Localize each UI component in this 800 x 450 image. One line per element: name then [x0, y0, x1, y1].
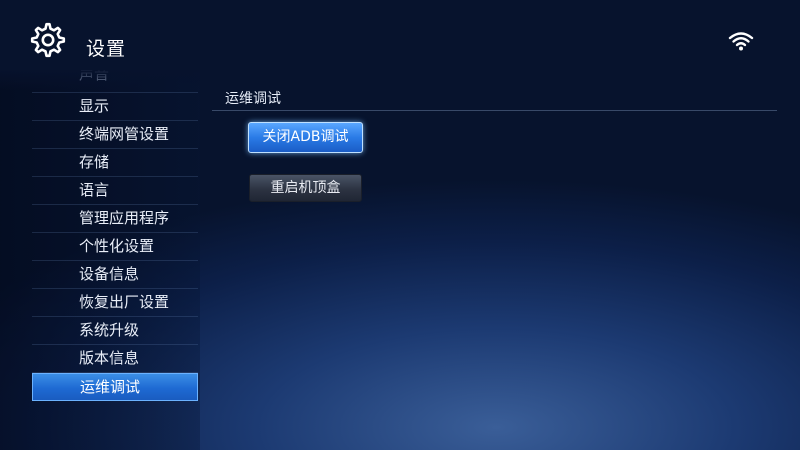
sidebar-item-storage[interactable]: 存储 — [32, 149, 198, 177]
sidebar-item-label: 管理应用程序 — [79, 209, 170, 227]
sidebar-item-maintenance-debug[interactable]: 运维调试 — [32, 373, 198, 401]
sidebar-item-label: 个性化设置 — [79, 237, 155, 255]
sidebar-item-label: 恢复出厂设置 — [79, 293, 170, 311]
sidebar-item-label: 版本信息 — [79, 349, 140, 367]
sidebar-item-label: 显示 — [79, 97, 110, 115]
sidebar-item-system-upgrade[interactable]: 系统升级 — [32, 317, 198, 345]
sidebar-item-network-management[interactable]: 终端网管设置 — [32, 121, 198, 149]
sidebar-item-device-info[interactable]: 设备信息 — [32, 261, 198, 289]
page-title: 设置 — [86, 38, 127, 60]
disable-adb-debug-button[interactable]: 关闭ADB调试 — [248, 122, 363, 153]
sidebar: 声音 显示 终端网管设置 存储 语言 管理应用程序 个性化设置 设备信息 恢复出… — [0, 70, 200, 450]
sidebar-item-label: 运维调试 — [80, 378, 141, 396]
sidebar-item-language[interactable]: 语言 — [32, 177, 198, 205]
sidebar-item-label: 语言 — [79, 181, 110, 199]
sidebar-item-display[interactable]: 显示 — [32, 93, 198, 121]
section-divider — [212, 110, 777, 111]
sidebar-item-label: 存储 — [79, 153, 110, 171]
wifi-icon — [728, 32, 754, 51]
gear-icon — [30, 22, 66, 58]
sidebar-menu: 声音 显示 终端网管设置 存储 语言 管理应用程序 个性化设置 设备信息 恢复出… — [32, 70, 198, 401]
section-title: 运维调试 — [225, 91, 281, 107]
sidebar-item-personalization[interactable]: 个性化设置 — [32, 233, 198, 261]
sidebar-item-manage-apps[interactable]: 管理应用程序 — [32, 205, 198, 233]
sidebar-item-factory-reset[interactable]: 恢复出厂设置 — [32, 289, 198, 317]
sidebar-item-version-info[interactable]: 版本信息 — [32, 345, 198, 373]
sidebar-item-label: 终端网管设置 — [79, 125, 170, 143]
sidebar-top-fade — [0, 70, 200, 90]
top-bar: 设置 — [0, 0, 800, 78]
reboot-set-top-box-button[interactable]: 重启机顶盒 — [249, 174, 362, 202]
sidebar-item-label: 系统升级 — [79, 321, 140, 339]
sidebar-item-label: 设备信息 — [79, 265, 140, 283]
